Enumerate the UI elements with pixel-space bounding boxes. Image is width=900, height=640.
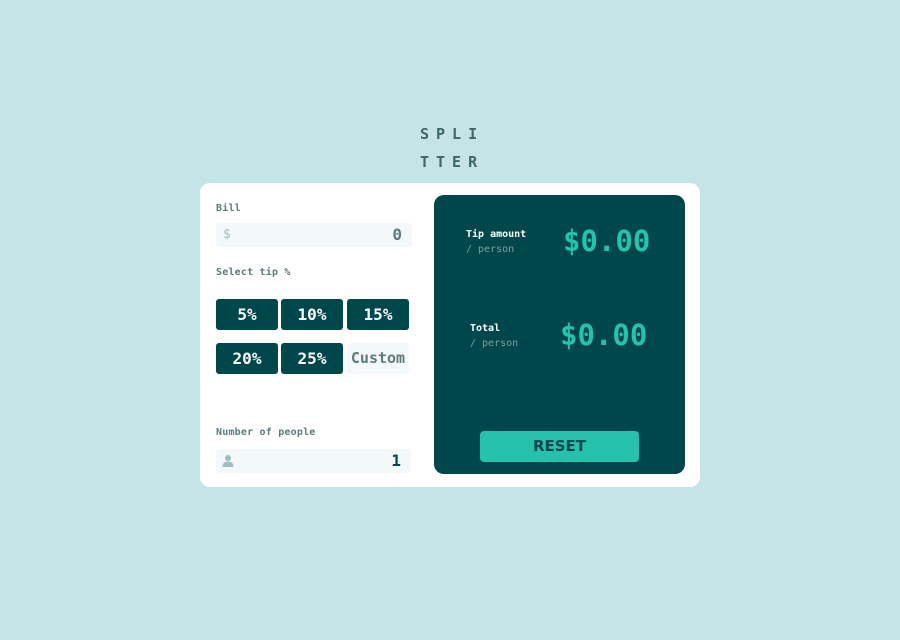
tip-button-15[interactable]: 15% (347, 299, 409, 330)
people-label: Number of people (216, 427, 316, 438)
total-label: Total (470, 323, 501, 334)
tip-button-5[interactable]: 5% (216, 299, 278, 330)
results-panel: Tip amount / person $0.00 Total / person… (434, 195, 685, 474)
app-logo: SPLI TTER (420, 120, 484, 176)
logo-line-2: TTER (420, 153, 485, 171)
people-value: 1 (391, 451, 401, 470)
tip-button-10[interactable]: 10% (281, 299, 343, 330)
people-input[interactable]: 1 (216, 449, 411, 473)
tip-amount-sub: / person (466, 244, 515, 255)
dollar-icon: $ (223, 227, 231, 242)
reset-button[interactable]: RESET (480, 431, 639, 462)
total-value: $0.00 (560, 318, 648, 352)
bill-value: 0 (392, 225, 402, 244)
tip-amount-value: $0.00 (563, 224, 651, 258)
tip-amount-label: Tip amount (466, 229, 527, 240)
bill-label: Bill (216, 203, 241, 214)
bill-input[interactable]: $ 0 (216, 223, 412, 247)
custom-tip-input[interactable]: Custom (347, 343, 409, 374)
tip-button-20[interactable]: 20% (216, 343, 278, 374)
logo-line-1: SPLI (420, 125, 485, 143)
calculator-card: Bill $ 0 Select tip % 5% 10% 15% 20% 25%… (200, 183, 700, 487)
person-icon (222, 455, 234, 467)
total-sub: / person (470, 338, 519, 349)
tip-button-25[interactable]: 25% (281, 343, 343, 374)
select-tip-label: Select tip % (216, 267, 291, 278)
